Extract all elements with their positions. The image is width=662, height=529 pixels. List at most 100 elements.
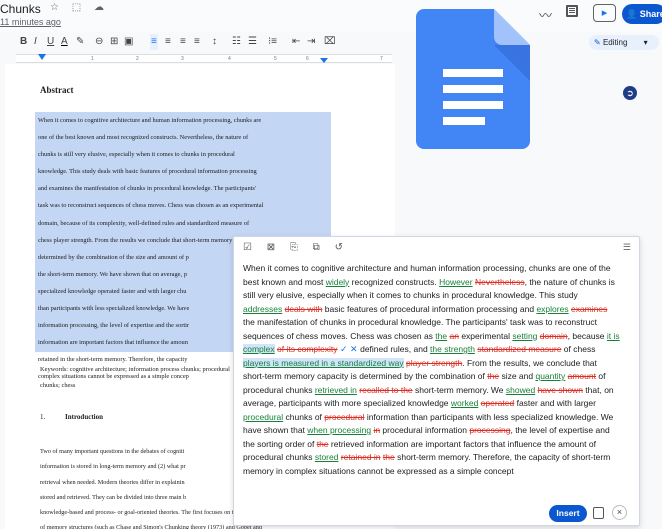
activity-icon[interactable]: 〰 <box>539 5 552 24</box>
panel-menu-icon[interactable]: ☰ <box>623 242 631 253</box>
inserted-text[interactable]: widely <box>326 277 350 287</box>
underline-button[interactable]: U <box>47 34 54 50</box>
suggestion-line: average, participants with more speciali… <box>243 397 635 411</box>
align-right-button[interactable]: ≡ <box>180 34 186 50</box>
panel-toolbar-icons[interactable]: ☑ ⊠ ⎘ ⧉ ↺ <box>243 242 349 253</box>
deleted-text[interactable]: deals with <box>285 304 323 314</box>
deleted-text[interactable]: standardized measure <box>477 344 561 354</box>
deleted-text[interactable]: have shown <box>538 385 583 395</box>
suggestion-line: have shown that when processing in proce… <box>243 424 635 438</box>
editing-mode-select[interactable]: ✎ Editing ▾ <box>589 35 659 50</box>
inserted-text[interactable]: However <box>439 277 473 287</box>
italic-button[interactable]: I <box>34 34 37 50</box>
assistant-icon[interactable]: ➲ <box>623 86 637 100</box>
deleted-text[interactable]: processing <box>469 425 510 435</box>
inserted-text[interactable]: setting <box>512 331 537 341</box>
inserted-text[interactable]: the <box>435 331 447 341</box>
ruler-tick: 4 <box>228 56 231 62</box>
formatting-toolbar: B I U A ✎ ⊖ ⊞ ▣ ≡ ≡ ≡ ≡ ↕ ☷ ☰ ⁝≡ ⇤ ⇥ ⌧ <box>0 34 662 52</box>
suggestion-line: the sorting order of the retrieved infor… <box>243 438 635 452</box>
inserted-text[interactable]: the strength <box>430 344 475 354</box>
text-line: domain, because of its complexity, well-… <box>38 219 250 227</box>
deleted-text[interactable]: Nevertheless <box>475 277 525 287</box>
text-color-button[interactable]: A <box>61 34 68 50</box>
close-icon[interactable]: × <box>612 505 627 520</box>
numbered-list-icon[interactable]: ⁝≡ <box>268 34 277 50</box>
decrease-indent-icon[interactable]: ⇤ <box>292 34 300 50</box>
increase-indent-icon[interactable]: ⇥ <box>307 34 315 50</box>
comment-add-icon[interactable]: ⊞ <box>110 34 118 50</box>
document-title[interactable]: Chunks <box>0 2 41 16</box>
inserted-text[interactable]: retrieved in <box>315 385 357 395</box>
ruler[interactable]: 1 2 3 4 5 6 7 <box>16 54 392 63</box>
suggestion-line: procedural chunks stored retained in the… <box>243 451 635 465</box>
checklist-icon[interactable]: ☷ <box>232 34 241 50</box>
deleted-text[interactable]: the <box>487 371 499 381</box>
inserted-text[interactable]: addresses <box>243 304 282 314</box>
plain-text: short-term memory. Therefore, the capaci… <box>394 452 611 462</box>
comments-icon[interactable] <box>566 5 578 17</box>
text-line: chunks is still very elusive, especially… <box>38 151 235 159</box>
inserted-text[interactable]: showed <box>506 385 535 395</box>
plain-text: of <box>595 371 606 381</box>
inserted-text[interactable]: players is measured in a standardized wa… <box>243 357 404 368</box>
deleted-text[interactable]: the <box>383 452 395 462</box>
ruler-tick: 3 <box>181 56 184 62</box>
inserted-text[interactable]: worked <box>451 398 478 408</box>
link-icon[interactable]: ⊖ <box>95 34 103 50</box>
right-indent-marker[interactable] <box>320 58 328 63</box>
deleted-text[interactable]: the <box>317 439 329 449</box>
person-icon: 👤 <box>626 9 638 19</box>
last-edit-link[interactable]: 11 minutes ago <box>0 17 61 27</box>
plain-text: basic features of procedural information… <box>322 303 537 314</box>
inserted-text[interactable]: explores <box>536 304 568 314</box>
highlight-icon[interactable]: ✎ <box>76 34 84 50</box>
plain-text: that, on <box>582 384 614 395</box>
suggestion-line: complex of its complexity ✓ ✕ defined ru… <box>243 343 635 357</box>
ruler-tick: 5 <box>274 56 277 62</box>
accept-reject-controls[interactable]: ✓ ✕ <box>338 344 361 354</box>
plain-text: memory in complex situations cannot be e… <box>243 465 514 476</box>
insert-button[interactable]: Insert <box>549 505 587 522</box>
section-number: 1. <box>40 413 46 421</box>
suggested-text[interactable]: When it comes to cognitive architecture … <box>243 262 635 478</box>
align-justify-button[interactable]: ≡ <box>194 34 200 50</box>
bulleted-list-icon[interactable]: ☰ <box>248 34 257 50</box>
deleted-text[interactable]: examines <box>571 304 607 314</box>
inserted-text[interactable]: when processing <box>307 425 371 435</box>
line-spacing-icon[interactable]: ↕ <box>212 34 217 50</box>
deleted-text[interactable]: domain <box>540 331 568 341</box>
deleted-text[interactable]: operated <box>481 398 515 408</box>
inserted-text[interactable]: quantity <box>535 371 565 381</box>
plain-text: the sorting order of <box>243 438 317 449</box>
ruler-tick: 2 <box>136 56 139 62</box>
align-left-button[interactable]: ≡ <box>150 34 158 50</box>
inserted-text[interactable]: stored <box>315 452 339 462</box>
suggestion-line: When it comes to cognitive architecture … <box>243 262 635 276</box>
share-label: Share <box>639 9 662 19</box>
deleted-text[interactable]: recalled to the <box>359 385 412 395</box>
deleted-text[interactable]: player strength <box>406 358 462 368</box>
plain-text: procedural chunks <box>243 452 315 462</box>
deleted-text[interactable]: of its complexity <box>277 344 337 354</box>
section-title: Introduction <box>65 413 103 421</box>
inserted-text[interactable]: complex <box>243 344 275 354</box>
share-button[interactable]: 👤 Share <box>622 4 662 24</box>
inserted-text[interactable]: it is <box>607 331 620 341</box>
deleted-text[interactable]: procedural <box>324 412 364 422</box>
copy-icon[interactable] <box>593 507 604 519</box>
plain-text: . From the results, we conclude that <box>462 357 597 368</box>
meet-button[interactable]: ▸ <box>593 4 616 22</box>
deleted-text[interactable]: an <box>450 331 459 341</box>
deleted-text[interactable]: amount <box>568 371 596 381</box>
inserted-text[interactable]: procedural <box>243 412 283 422</box>
suggestion-line: still very elusive, especially when it c… <box>243 289 635 303</box>
bold-button[interactable]: B <box>20 34 27 50</box>
left-indent-marker[interactable] <box>38 54 46 60</box>
clear-formatting-icon[interactable]: ⌧ <box>324 34 336 50</box>
align-center-button[interactable]: ≡ <box>165 34 171 50</box>
title-icons[interactable]: ☆ ⬚ ☁ <box>50 2 109 13</box>
image-icon[interactable]: ▣ <box>124 34 133 50</box>
deleted-text[interactable]: retained in <box>341 452 381 462</box>
plain-text: the manifestation of chunks in procedura… <box>243 317 597 327</box>
